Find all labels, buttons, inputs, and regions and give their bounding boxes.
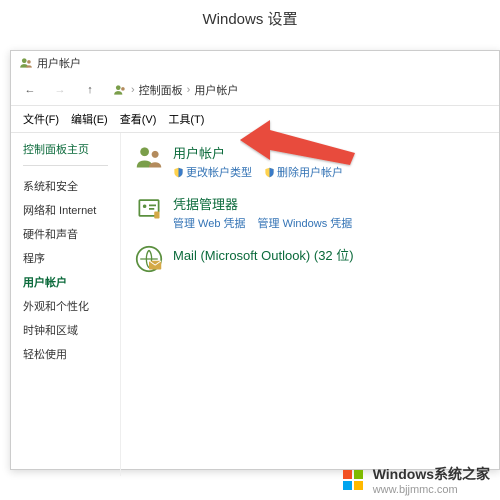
sidebar-item-clock[interactable]: 时钟和区域 [23,318,108,342]
sidebar-item-users[interactable]: 用户帐户 [23,270,108,294]
sidebar-home[interactable]: 控制面板主页 [23,141,108,157]
watermark: Windows系统之家 www.bjjmmc.com [331,460,500,500]
link-label: 管理 Web 凭据 [173,215,246,231]
menu-edit[interactable]: 编辑(E) [67,109,112,129]
credential-manager-icon [135,194,163,222]
category-credential-manager: 凭据管理器 管理 Web 凭据 管理 Windows 凭据 [135,194,485,231]
shield-icon [173,167,184,178]
menubar: 文件(F) 编辑(E) 查看(V) 工具(T) [11,106,499,133]
up-button[interactable]: ↑ [79,79,101,101]
change-account-type-link[interactable]: 更改帐户类型 [173,164,252,180]
control-panel-window: 用户帐户 ← → ↑ › 控制面板 › 用户帐户 文件(F) 编辑(E) 查看(… [10,50,500,470]
main-panel: 用户帐户 更改帐户类型 删除用户帐户 [121,133,499,476]
mail-icon [135,245,163,273]
menu-view[interactable]: 查看(V) [116,109,161,129]
user-accounts-category-icon [135,143,163,171]
user-accounts-small-icon [113,83,127,97]
windows-logo-icon [341,468,365,492]
manage-windows-credentials-link[interactable]: 管理 Windows 凭据 [258,215,353,231]
sidebar-item-hardware[interactable]: 硬件和声音 [23,222,108,246]
sidebar-item-system[interactable]: 系统和安全 [23,174,108,198]
link-label: 管理 Windows 凭据 [258,215,353,231]
category-user-accounts: 用户帐户 更改帐户类型 删除用户帐户 [135,143,485,180]
breadcrumb-user-accounts[interactable]: 用户帐户 [194,82,238,98]
user-accounts-title[interactable]: 用户帐户 [173,143,485,162]
sidebar-item-network[interactable]: 网络和 Internet [23,198,108,222]
category-mail: Mail (Microsoft Outlook) (32 位) [135,245,485,273]
titlebar: 用户帐户 [11,51,499,75]
menu-file[interactable]: 文件(F) [19,109,63,129]
forward-button[interactable]: → [49,79,71,101]
sidebar-divider [23,165,108,166]
back-button[interactable]: ← [19,79,41,101]
user-accounts-icon [19,56,33,70]
watermark-suffix: 系统之家 [434,466,490,482]
sidebar-item-ease[interactable]: 轻松使用 [23,342,108,366]
window-title: 用户帐户 [37,55,81,71]
breadcrumb-sep: › [185,84,193,96]
link-label: 更改帐户类型 [186,164,252,180]
shield-icon [264,167,275,178]
credential-manager-title[interactable]: 凭据管理器 [173,194,485,213]
manage-web-credentials-link[interactable]: 管理 Web 凭据 [173,215,246,231]
breadcrumb: › 控制面板 › 用户帐户 [109,82,238,98]
watermark-url: www.bjjmmc.com [373,484,490,496]
sidebar-item-appearance[interactable]: 外观和个性化 [23,294,108,318]
mail-title[interactable]: Mail (Microsoft Outlook) (32 位) [173,245,485,264]
remove-user-account-link[interactable]: 删除用户帐户 [264,164,343,180]
menu-tools[interactable]: 工具(T) [164,109,208,129]
breadcrumb-sep: › [129,84,137,96]
content-area: 控制面板主页 系统和安全 网络和 Internet 硬件和声音 程序 用户帐户 … [11,133,499,476]
link-label: 删除用户帐户 [277,164,343,180]
breadcrumb-control-panel[interactable]: 控制面板 [139,82,183,98]
watermark-brand: Windows [373,466,434,482]
sidebar: 控制面板主页 系统和安全 网络和 Internet 硬件和声音 程序 用户帐户 … [11,133,121,476]
sidebar-item-programs[interactable]: 程序 [23,246,108,270]
navbar: ← → ↑ › 控制面板 › 用户帐户 [11,75,499,106]
settings-header: Windows 设置 [0,0,500,37]
